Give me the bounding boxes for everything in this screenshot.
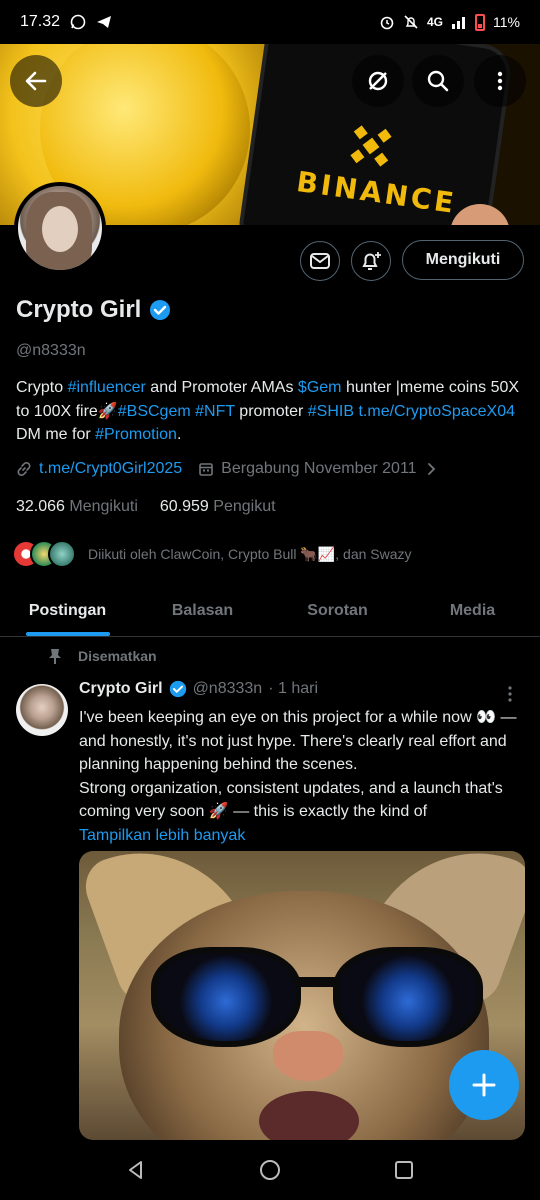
battery-level: 11% bbox=[493, 14, 520, 30]
tweet-time: · 1 hari bbox=[268, 680, 318, 697]
profile-stats: 32.066 Mengikuti 60.959 Pengikut bbox=[16, 498, 276, 516]
profile-meta: t.me/Crypt0Girl2025 Bergabung November 2… bbox=[16, 460, 438, 478]
profile-website-link[interactable]: t.me/Crypt0Girl2025 bbox=[39, 460, 182, 478]
pinned-label-row: Disematkan bbox=[48, 648, 157, 664]
nav-back-icon[interactable] bbox=[125, 1159, 147, 1181]
pin-icon bbox=[49, 649, 61, 664]
followed-by-avatars bbox=[12, 540, 76, 568]
message-icon bbox=[310, 253, 330, 269]
link-icon bbox=[17, 462, 31, 476]
signal-icon bbox=[451, 14, 467, 30]
battery-icon bbox=[475, 13, 486, 31]
tab-media[interactable]: Media bbox=[405, 586, 540, 636]
bio-text: and Promoter AMAs bbox=[145, 379, 298, 396]
profile-handle: @n8333n bbox=[16, 342, 86, 359]
notification-add-icon bbox=[362, 252, 381, 270]
more-vertical-icon bbox=[508, 686, 512, 702]
status-time: 17.32 bbox=[20, 13, 61, 30]
lens bbox=[151, 947, 301, 1047]
profile-bio: Crypto #influencer and Promoter AMAs $Ge… bbox=[16, 376, 528, 447]
glasses-bridge bbox=[295, 977, 339, 987]
profile-name-row: Crypto Girl bbox=[16, 296, 171, 324]
profile-joined: Bergabung November 2011 bbox=[221, 460, 417, 477]
hide-button[interactable] bbox=[352, 55, 404, 107]
telegram-icon bbox=[96, 14, 112, 30]
following-label: Mengikuti bbox=[69, 498, 138, 515]
more-vertical-icon bbox=[497, 71, 503, 91]
status-bar: 17.32 4G 11% bbox=[0, 0, 540, 44]
following-stat[interactable]: 32.066 Mengikuti bbox=[16, 498, 138, 516]
nav-recents-icon[interactable] bbox=[393, 1159, 415, 1181]
tweet-header: Crypto Girl @n8333n · 1 hari bbox=[79, 680, 318, 698]
verified-icon bbox=[169, 680, 186, 698]
tweet-text: I've been keeping an eye on this project… bbox=[79, 709, 517, 820]
whatsapp-icon bbox=[70, 14, 86, 30]
notification-button[interactable] bbox=[351, 241, 391, 281]
followers-label: Pengikut bbox=[213, 498, 276, 515]
compose-plus-icon bbox=[472, 1073, 496, 1097]
profile-name: Crypto Girl bbox=[16, 296, 142, 323]
tweet-body: I've been keeping an eye on this project… bbox=[79, 706, 529, 847]
hide-icon bbox=[368, 71, 388, 91]
bio-link[interactable]: $Gem bbox=[298, 379, 342, 396]
tab-highlights[interactable]: Sorotan bbox=[270, 586, 405, 636]
tweet-author-handle: @n8333n bbox=[192, 680, 263, 697]
search-icon bbox=[427, 70, 449, 92]
avatar bbox=[48, 540, 76, 568]
bio-link[interactable]: #BSCgem bbox=[118, 403, 191, 420]
nav-home-icon[interactable] bbox=[258, 1158, 282, 1182]
show-more-link[interactable]: Tampilkan lebih banyak bbox=[79, 824, 529, 848]
compose-button[interactable] bbox=[449, 1050, 519, 1120]
profile-avatar[interactable] bbox=[14, 182, 106, 274]
back-arrow-icon bbox=[25, 71, 47, 91]
search-button[interactable] bbox=[412, 55, 464, 107]
profile-tabs: Postingan Balasan Sorotan Media bbox=[0, 586, 540, 637]
alarm-icon bbox=[379, 14, 395, 30]
chevron-right-icon[interactable] bbox=[424, 462, 438, 476]
following-button[interactable]: Mengikuti bbox=[402, 240, 524, 280]
bio-link[interactable]: #influencer bbox=[68, 379, 146, 396]
tab-posts[interactable]: Postingan bbox=[0, 586, 135, 636]
back-button[interactable] bbox=[10, 55, 62, 107]
avatar-face bbox=[42, 206, 78, 252]
following-count: 32.066 bbox=[16, 498, 65, 515]
calendar-icon bbox=[199, 463, 213, 476]
followed-by-text: Diikuti oleh ClawCoin, Crypto Bull 🐂📈, d… bbox=[88, 545, 412, 562]
mute-icon bbox=[403, 14, 419, 30]
followed-by-row[interactable]: Diikuti oleh ClawCoin, Crypto Bull 🐂📈, d… bbox=[12, 540, 412, 568]
message-button[interactable] bbox=[300, 241, 340, 281]
bio-text: DM me for bbox=[16, 426, 96, 443]
bio-link[interactable]: t.me/CryptoSpaceX04 bbox=[358, 403, 515, 420]
tab-replies[interactable]: Balasan bbox=[135, 586, 270, 636]
bio-link[interactable]: #NFT bbox=[195, 403, 235, 420]
followers-stat[interactable]: 60.959 Pengikut bbox=[160, 498, 276, 516]
verified-icon[interactable] bbox=[149, 299, 171, 321]
bio-text: promoter bbox=[234, 402, 308, 420]
pinned-label: Disematkan bbox=[78, 648, 157, 664]
network-type: 4G bbox=[427, 15, 444, 29]
cat-nose bbox=[273, 1031, 343, 1081]
bio-text: Crypto bbox=[16, 379, 68, 396]
tweet-author-name[interactable]: Crypto Girl bbox=[79, 680, 163, 698]
bio-link[interactable]: #Promotion bbox=[95, 426, 177, 443]
system-nav-bar bbox=[0, 1140, 540, 1200]
bio-link[interactable]: #SHIB bbox=[308, 403, 354, 420]
followers-count: 60.959 bbox=[159, 498, 209, 515]
tweet-author-avatar[interactable] bbox=[16, 684, 68, 736]
more-options-button[interactable] bbox=[474, 55, 526, 107]
bio-text: . bbox=[176, 426, 182, 443]
lens bbox=[333, 947, 483, 1047]
